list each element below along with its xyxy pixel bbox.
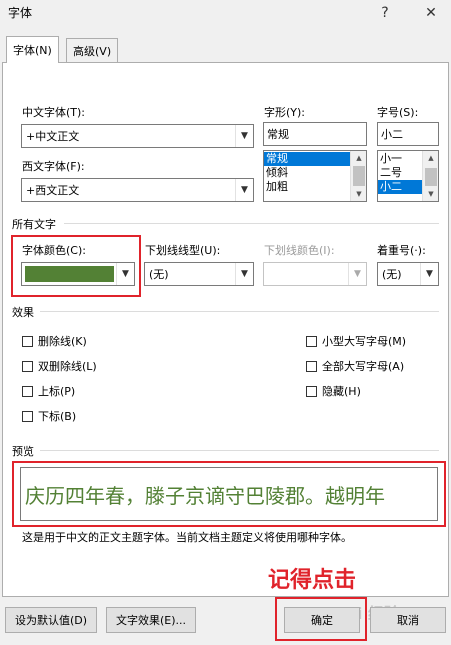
list-item[interactable]: 小二 — [378, 180, 422, 194]
font-color-label: 字体颜色(C): — [22, 244, 86, 257]
font-color-select[interactable]: ▼ — [21, 262, 135, 286]
hidden-checkbox[interactable]: 隐藏(H) — [306, 383, 361, 399]
checkbox-label: 隐藏(H) — [322, 385, 361, 398]
preview-note: 这是用于中文的正文主题字体。当前文档主题定义将使用哪种字体。 — [22, 531, 352, 544]
font-style-label: 字形(Y): — [264, 106, 306, 119]
western-font-select[interactable]: +西文正文 ▼ — [21, 178, 254, 202]
list-item[interactable]: 倾斜 — [264, 166, 350, 180]
annotation-text: 记得点击 — [268, 568, 357, 593]
preview-box: 庆历四年春，滕子京谪守巴陵郡。越明年 — [20, 467, 438, 521]
emphasis-mark-label: 着重号(·): — [377, 244, 426, 257]
subscript-checkbox[interactable]: 下标(B) — [22, 408, 76, 424]
checkbox-box[interactable] — [306, 335, 317, 347]
list-item[interactable]: 小一 — [378, 152, 422, 166]
chevron-down-icon: ▼ — [235, 125, 253, 147]
checkbox-box[interactable] — [22, 410, 33, 422]
underline-style-label: 下划线线型(U): — [145, 244, 221, 257]
close-icon: ✕ — [425, 5, 437, 21]
list-item[interactable]: 二号 — [378, 166, 422, 180]
chevron-down-icon[interactable]: ▼ — [423, 187, 438, 201]
western-font-value: +西文正文 — [26, 184, 80, 197]
checkbox-label: 下标(B) — [38, 410, 77, 423]
underline-style-value: (无) — [149, 268, 169, 281]
color-swatch — [25, 266, 114, 282]
checkbox-box[interactable] — [22, 335, 33, 347]
chevron-down-icon: ▼ — [235, 179, 253, 201]
text-effects-button[interactable]: 文字效果(E)... — [106, 607, 196, 633]
cancel-button[interactable]: 取消 — [370, 607, 446, 633]
checkbox-label: 双删除线(L) — [38, 360, 97, 373]
set-default-button[interactable]: 设为默认值(D) — [5, 607, 97, 633]
scroll-thumb[interactable] — [425, 168, 437, 186]
superscript-checkbox[interactable]: 上标(P) — [22, 383, 75, 399]
ok-button[interactable]: 确定 — [284, 607, 360, 633]
chevron-down-icon[interactable]: ▼ — [351, 187, 366, 201]
emphasis-mark-select[interactable]: (无) ▼ — [377, 262, 439, 286]
checkbox-box[interactable] — [22, 360, 33, 372]
divider — [40, 311, 439, 312]
emphasis-mark-value: (无) — [382, 268, 402, 281]
chevron-up-icon[interactable]: ▲ — [423, 151, 438, 165]
preview-section-label: 预览 — [12, 445, 34, 458]
divider — [64, 223, 439, 224]
font-style-input[interactable]: 常规 — [263, 122, 367, 146]
checkbox-label: 删除线(K) — [38, 335, 87, 348]
effects-section-label: 效果 — [12, 306, 34, 319]
chinese-font-label: 中文字体(T): — [22, 106, 86, 119]
scrollbar[interactable]: ▲ ▼ — [350, 151, 366, 201]
close-button[interactable]: ✕ — [414, 0, 448, 26]
chevron-down-icon: ▼ — [348, 263, 366, 285]
list-item[interactable]: 加粗 — [264, 180, 350, 194]
chinese-font-select[interactable]: +中文正文 ▼ — [21, 124, 254, 148]
tab-font[interactable]: 字体(N) — [6, 36, 59, 63]
scrollbar[interactable]: ▲ ▼ — [422, 151, 438, 201]
chevron-down-icon: ▼ — [235, 263, 253, 285]
underline-style-select[interactable]: (无) ▼ — [144, 262, 254, 286]
checkbox-box[interactable] — [306, 385, 317, 397]
font-style-list[interactable]: 常规 倾斜 加粗 ▲ ▼ — [263, 150, 367, 202]
checkbox-label: 上标(P) — [38, 385, 76, 398]
divider — [40, 450, 439, 451]
tab-advanced[interactable]: 高级(V) — [66, 38, 119, 62]
chinese-font-value: +中文正文 — [26, 130, 80, 143]
underline-color-select[interactable]: ▼ — [263, 262, 367, 286]
checkbox-box[interactable] — [306, 360, 317, 372]
checkbox-label: 全部大写字母(A) — [322, 360, 405, 373]
western-font-label: 西文字体(F): — [22, 160, 85, 173]
help-button[interactable]: ? — [368, 0, 402, 26]
all-caps-checkbox[interactable]: 全部大写字母(A) — [306, 358, 404, 374]
chevron-down-icon: ▼ — [116, 263, 134, 285]
font-size-input[interactable]: 小二 — [377, 122, 439, 146]
underline-color-label: 下划线颜色(I): — [264, 244, 335, 257]
font-size-label: 字号(S): — [377, 106, 419, 119]
all-text-section-label: 所有文字 — [12, 218, 56, 231]
preview-sample-text: 庆历四年春，滕子京谪守巴陵郡。越明年 — [25, 483, 385, 508]
strikethrough-checkbox[interactable]: 删除线(K) — [22, 333, 87, 349]
list-item[interactable]: 常规 — [264, 152, 350, 166]
scroll-thumb[interactable] — [353, 166, 365, 186]
checkbox-label: 小型大写字母(M) — [322, 335, 407, 348]
font-size-list[interactable]: 小一 二号 小二 ▲ ▼ — [377, 150, 439, 202]
checkbox-box[interactable] — [22, 385, 33, 397]
chevron-up-icon[interactable]: ▲ — [351, 151, 366, 165]
chevron-down-icon: ▼ — [420, 263, 438, 285]
window-title: 字体 — [8, 6, 33, 20]
double-strikethrough-checkbox[interactable]: 双删除线(L) — [22, 358, 97, 374]
small-caps-checkbox[interactable]: 小型大写字母(M) — [306, 333, 406, 349]
